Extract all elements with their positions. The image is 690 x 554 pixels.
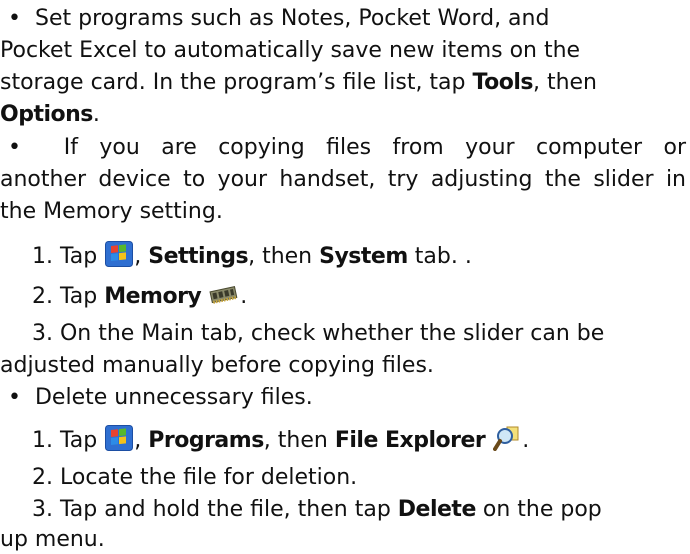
text: Delete unnecessary files. [34, 385, 313, 410]
file-explorer-label: File Explorer [334, 428, 486, 453]
text: , [134, 244, 149, 269]
bullet: • [8, 135, 21, 160]
tip-1-line-4: Options. [0, 101, 100, 129]
text: 2. Locate the file for deletion. [32, 465, 358, 490]
text: 3. On the Main tab, check whether the sl… [32, 321, 605, 346]
windows-start-icon [105, 241, 134, 275]
text: , then [532, 70, 597, 95]
text: . [240, 284, 248, 309]
text: another device to your handset, try adju… [0, 167, 686, 192]
step-3-line-2: adjusted manually before copying files. [0, 352, 434, 380]
text: the Memory setting. [0, 199, 223, 224]
text: , [134, 428, 149, 453]
delete-step-3-line-1: 3. Tap and hold the file, then tap Delet… [32, 496, 602, 524]
bullet: • [8, 6, 21, 31]
text: Set programs such as Notes, Pocket Word,… [34, 6, 550, 31]
text: 3. Tap and hold the file, then tap [32, 497, 398, 522]
bullet: • [8, 385, 21, 410]
text: adjusted manually before copying files. [0, 353, 434, 378]
delete-step-3-line-2: up menu. [0, 526, 105, 554]
text: 1. Tap [32, 428, 105, 453]
tip-1-line-1: • Set programs such as Notes, Pocket Wor… [8, 5, 549, 33]
tip-1-line-3: storage card. In the program’s file list… [0, 69, 597, 97]
step-1: 1. Tap , Settings, then System tab. . [32, 241, 472, 275]
text: If you are copying files from your compu… [63, 135, 686, 160]
delete-step-1: 1. Tap , Programs, then File Explorer . [32, 425, 529, 459]
tip-2-line-2: another device to your handset, try adju… [0, 166, 686, 194]
memory-label: Memory [104, 284, 202, 309]
options-label: Options [0, 102, 93, 127]
tip-1-line-2: Pocket Excel to automatically save new i… [0, 37, 580, 65]
text: , then [263, 428, 335, 453]
text: up menu. [0, 527, 105, 552]
step-2: 2. Tap Memory . [32, 283, 247, 315]
text: . [92, 102, 100, 127]
programs-label: Programs [148, 428, 264, 453]
memory-chip-icon [209, 283, 239, 315]
delete-label: Delete [397, 497, 477, 522]
step-3-line-1: 3. On the Main tab, check whether the sl… [32, 320, 604, 348]
delete-step-2: 2. Locate the file for deletion. [32, 464, 357, 492]
settings-label: Settings [148, 244, 249, 269]
text: , then [248, 244, 320, 269]
text: Pocket Excel to automatically save new i… [0, 38, 581, 63]
text: . [522, 428, 530, 453]
tip-3: • Delete unnecessary files. [8, 384, 313, 412]
tip-2-line-3: the Memory setting. [0, 198, 223, 226]
text: 1. Tap [32, 244, 105, 269]
text: on the pop [475, 497, 602, 522]
text: storage card. In the program’s file list… [0, 70, 473, 95]
system-label: System [319, 244, 408, 269]
tip-2-line-1: • If you are copying files from your com… [8, 134, 686, 162]
windows-start-icon [105, 425, 134, 459]
text: tab. . [407, 244, 472, 269]
tools-label: Tools [472, 70, 534, 95]
file-explorer-magnifier-icon [493, 425, 521, 459]
text: 2. Tap [32, 284, 105, 309]
